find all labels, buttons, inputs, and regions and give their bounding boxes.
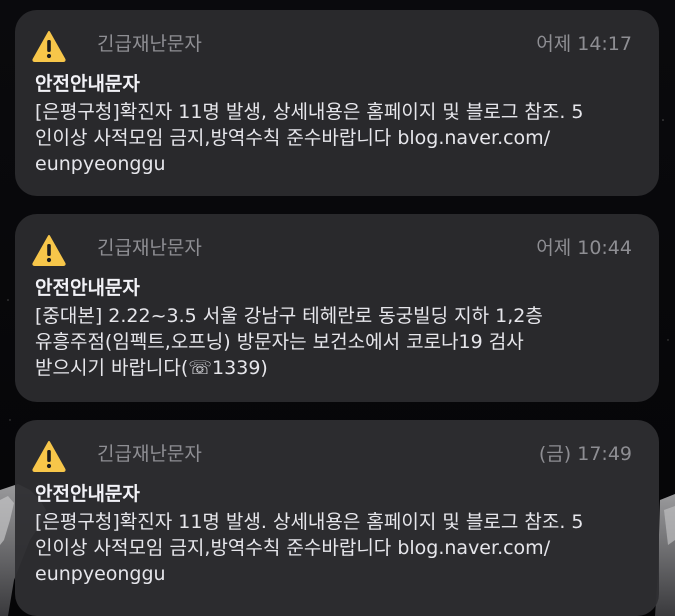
body-line: 받으시기 바랍니다(☏1339) [35,357,268,379]
notification-body: [은평구청]확진자 11명 발생. 상세내용은 홈페이지 및 블로그 참조. 5… [35,509,645,587]
app-name: 긴급재난문자 [97,443,202,465]
notification-title: 안전안내문자 [35,277,140,299]
notification-card[interactable]: 긴급재난문자 어제 10:44 안전안내문자 [중대본] 2.22~3.5 서울… [15,214,659,402]
warning-icon [32,441,66,472]
notification-card[interactable]: 긴급재난문자 어제 14:17 안전안내문자 [은평구청]확진자 11명 발생,… [15,10,659,196]
timestamp: 어제 10:44 [536,237,632,259]
body-line: 유흥주점(임펙트,오프닝) 방문자는 보건소에서 코로나19 검사 [35,331,524,353]
notification-card[interactable]: 긴급재난문자 (금) 17:49 안전안내문자 [은평구청]확진자 11명 발생… [15,420,659,616]
body-line: eunpyeonggu [35,563,166,585]
body-line: eunpyeonggu [35,153,166,175]
body-line: 인이상 사적모임 금지,방역수칙 준수바랍니다 blog.naver.com/ [35,127,551,149]
warning-icon [32,235,66,266]
notification-title: 안전안내문자 [35,73,140,95]
body-line: [은평구청]확진자 11명 발생. 상세내용은 홈페이지 및 블로그 참조. 5 [35,511,584,533]
warning-icon [32,31,66,62]
timestamp: (금) 17:49 [538,443,632,465]
body-line: [중대본] 2.22~3.5 서울 강남구 테헤란로 동궁빌딩 지하 1,2층 [35,305,543,327]
notification-body: [중대본] 2.22~3.5 서울 강남구 테헤란로 동궁빌딩 지하 1,2층 … [35,303,645,381]
timestamp: 어제 14:17 [536,33,632,55]
body-line: 인이상 사적모임 금지,방역수칙 준수바랍니다 blog.naver.com/ [35,537,551,559]
app-name: 긴급재난문자 [97,237,202,259]
body-line: [은평구청]확진자 11명 발생, 상세내용은 홈페이지 및 블로그 참조. 5 [35,101,584,123]
notification-body: [은평구청]확진자 11명 발생, 상세내용은 홈페이지 및 블로그 참조. 5… [35,99,645,177]
notification-title: 안전안내문자 [35,483,140,505]
app-name: 긴급재난문자 [97,33,202,55]
